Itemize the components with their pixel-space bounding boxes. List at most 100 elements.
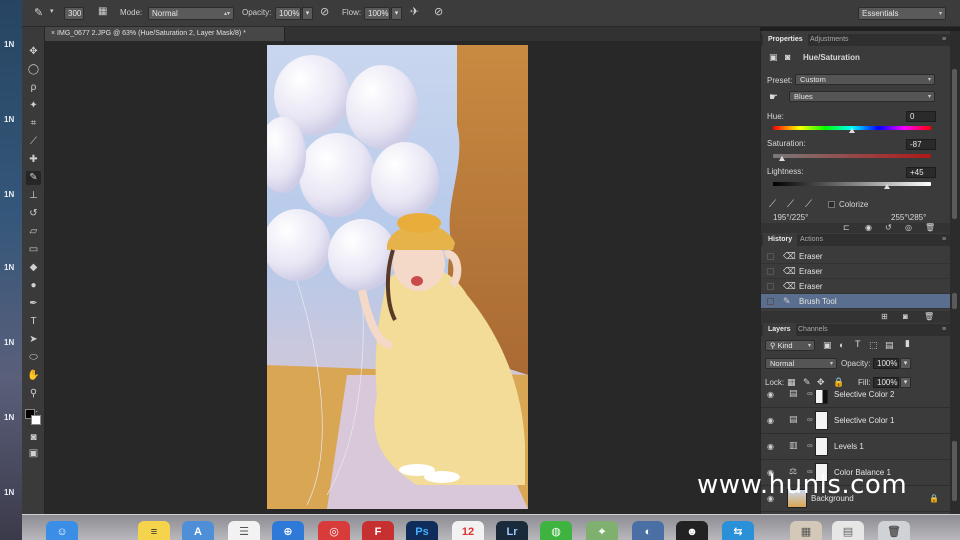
saturation-field[interactable]: -87 (906, 139, 936, 150)
tab-adjustments[interactable]: Adjustments (805, 34, 854, 46)
photo-thumbnail-icon[interactable]: ▦ (790, 521, 822, 540)
brush-tool-icon[interactable]: ✎ (34, 6, 43, 19)
layer-opacity-field[interactable]: 100% (873, 358, 899, 369)
history-scrollbar-thumb[interactable] (952, 293, 957, 309)
filter-shape-icon[interactable]: ⬚ (869, 340, 878, 351)
history-item-selected[interactable]: ✎ Brush Tool (761, 294, 951, 309)
history-brush-tool-icon[interactable]: ↺ (26, 207, 41, 221)
move-tool-icon[interactable]: ✥ (26, 45, 41, 59)
type-tool-icon[interactable]: T (26, 315, 41, 329)
netease-music-icon[interactable]: ◎ (318, 521, 350, 540)
reminders-icon[interactable]: ☰ (228, 521, 260, 540)
layer-mask-thumbnail[interactable] (815, 390, 828, 404)
flow-field[interactable]: 100% (364, 7, 390, 20)
eyedropper-tool-icon[interactable]: ⟋ (26, 135, 41, 149)
lock-transparent-icon[interactable]: ▦ (787, 377, 796, 388)
kind-filter-select[interactable]: ⚲ Kind ▾ (765, 340, 815, 351)
targeted-adjustment-icon[interactable]: ☛ (769, 92, 778, 103)
finder-icon[interactable]: ☺ (46, 521, 78, 540)
magic-wand-tool-icon[interactable]: ✦ (26, 99, 41, 113)
hue-field[interactable]: 0 (906, 111, 936, 122)
eye-icon[interactable]: ◉ (767, 416, 774, 425)
lock-all-icon[interactable]: 🔒 (833, 377, 844, 388)
view-previous-icon[interactable]: ◉ (865, 223, 872, 232)
panel-menu-icon[interactable]: ≡ (937, 34, 951, 46)
flow-arrow-icon[interactable]: ▾ (391, 7, 402, 20)
photo-canvas[interactable] (267, 45, 528, 509)
lock-pixels-icon[interactable]: ✎ (803, 377, 811, 388)
eyedropper-plus-icon[interactable]: ⟋ (787, 199, 794, 210)
eraser-tool-icon[interactable]: ▱ (26, 225, 41, 239)
system-icon[interactable]: ◐ (632, 521, 664, 540)
panel-scrollbar[interactable] (950, 31, 960, 514)
eyedropper-icon[interactable]: ⟋ (769, 199, 776, 210)
blur-tool-icon[interactable]: ◆ (26, 261, 41, 275)
eyedropper-minus-icon[interactable]: ⟋ (805, 199, 812, 210)
trash-icon[interactable]: 🗑 (925, 223, 935, 232)
photoshop-icon[interactable]: Ps (406, 521, 438, 540)
saturation-slider[interactable] (773, 154, 931, 158)
flash-icon[interactable]: F (362, 521, 394, 540)
pressure-opacity-icon[interactable]: ⊘ (320, 5, 329, 18)
calendar-icon[interactable]: 12 (452, 521, 484, 540)
pressure-size-icon[interactable]: ⊘ (434, 5, 443, 18)
close-icon[interactable]: × (51, 30, 55, 37)
tab-channels[interactable]: Channels (793, 324, 833, 336)
new-document-icon[interactable]: ⊞ (881, 312, 888, 321)
mode-select[interactable]: Normal ▴▾ (148, 7, 234, 20)
document-icon[interactable]: ▤ (832, 521, 864, 540)
snapshot-icon[interactable]: ◙ (903, 312, 908, 321)
visibility-icon[interactable]: ◎ (905, 223, 912, 232)
app-store-icon[interactable]: A (182, 521, 214, 540)
blend-mode-select[interactable]: Normal ▾ (765, 358, 837, 369)
maps-icon[interactable]: ⌖ (586, 521, 618, 540)
opacity-arrow-icon[interactable]: ▾ (900, 358, 911, 369)
qq-icon[interactable]: ☻ (676, 521, 708, 540)
gradient-tool-icon[interactable]: ▭ (26, 243, 41, 257)
tab-properties[interactable]: Properties (763, 34, 808, 46)
fill-arrow-icon[interactable]: ▾ (900, 377, 911, 388)
trash-icon[interactable]: 🗑 (924, 312, 934, 321)
fill-field[interactable]: 100% (873, 377, 899, 388)
screen-mode-icon[interactable]: ▣ (26, 447, 41, 461)
lightness-slider-thumb[interactable] (884, 184, 890, 189)
saturation-slider-thumb[interactable] (779, 156, 785, 161)
shape-tool-icon[interactable]: ⬭ (26, 351, 41, 365)
lasso-tool-icon[interactable]: ρ (26, 81, 41, 95)
history-item[interactable]: ⌫ Eraser (761, 249, 951, 264)
colorize-checkbox[interactable] (828, 201, 835, 208)
brush-preset-arrow-icon[interactable]: ▾ (50, 7, 54, 15)
brush-size-field[interactable]: 300 (64, 7, 84, 20)
layer-row[interactable]: ◉ ▤ ∞ Selective Color 1 (761, 408, 951, 434)
trash-icon[interactable]: 🗑 (878, 521, 910, 540)
layer-row[interactable]: ◉ ▥ ∞ Levels 1 (761, 434, 951, 460)
preset-select[interactable]: Custom ▾ (795, 74, 935, 85)
filter-toggle-icon[interactable]: ▮ (905, 338, 910, 349)
eye-icon[interactable]: ◉ (767, 442, 774, 451)
opacity-arrow-icon[interactable]: ▾ (302, 7, 313, 20)
tab-actions[interactable]: Actions (795, 234, 828, 246)
clip-to-layer-icon[interactable]: ⊏ (843, 223, 850, 232)
notes-icon[interactable]: ≡ (138, 521, 170, 540)
mask-icon[interactable]: ◙ (785, 52, 790, 62)
hand-tool-icon[interactable]: ✋ (26, 369, 41, 383)
history-checkbox[interactable] (767, 298, 774, 305)
brush-tool-icon[interactable]: ✎ (26, 171, 41, 185)
layers-scrollbar-thumb[interactable] (952, 441, 957, 501)
opacity-field[interactable]: 100% (275, 7, 301, 20)
lightroom-icon[interactable]: Lr (496, 521, 528, 540)
layer-row[interactable]: ◉ ▤ ∞ Selective Color 2 (761, 390, 951, 408)
filter-adjustment-icon[interactable]: ◐ (839, 340, 844, 350)
history-checkbox[interactable] (767, 268, 774, 275)
tab-layers[interactable]: Layers (763, 324, 796, 336)
teamviewer-icon[interactable]: ⇆ (722, 521, 754, 540)
tab-history[interactable]: History (763, 234, 798, 246)
history-item[interactable]: ⌫ Eraser (761, 264, 951, 279)
layer-mask-thumbnail[interactable] (815, 437, 828, 456)
document-tab[interactable]: × IMG_0677 2.JPG @ 63% (Hue/Saturation 2… (45, 27, 285, 41)
pen-tool-icon[interactable]: ✒ (26, 297, 41, 311)
channel-select[interactable]: Blues ▾ (789, 91, 935, 102)
brush-panel-icon[interactable]: ▦ (98, 6, 107, 17)
history-checkbox[interactable] (767, 283, 774, 290)
crop-tool-icon[interactable]: ⌗ (26, 117, 41, 131)
